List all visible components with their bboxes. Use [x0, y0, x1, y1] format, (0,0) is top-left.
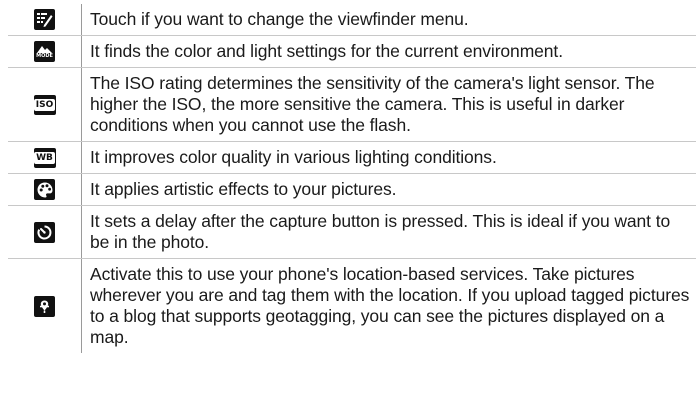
- table-row: Activate this to use your phone's locati…: [8, 259, 696, 353]
- row-description: It applies artistic effects to your pict…: [90, 179, 397, 199]
- row-description: Activate this to use your phone's locati…: [90, 264, 690, 347]
- iso-icon: ISO: [33, 94, 56, 115]
- geotag-icon: [34, 295, 55, 317]
- row-description: The ISO rating determines the sensitivit…: [90, 73, 655, 135]
- table-row: It sets a delay after the capture button…: [8, 206, 696, 259]
- table-row: ISO The ISO rating determines the sensit…: [8, 68, 696, 142]
- white-balance-icon-label: WB: [34, 151, 55, 164]
- white-balance-icon: WB: [33, 147, 56, 168]
- row-description: It improves color quality in various lig…: [90, 147, 497, 167]
- iso-icon-label: ISO: [33, 98, 56, 111]
- table-row: WB It improves color quality in various …: [8, 142, 696, 174]
- row-description: It sets a delay after the capture button…: [90, 211, 671, 252]
- table-row: Touch if you want to change the viewfind…: [8, 4, 696, 36]
- row-description: Touch if you want to change the viewfind…: [90, 9, 469, 29]
- table-row: MODE It finds the color and light settin…: [8, 36, 696, 68]
- timer-icon: [34, 221, 55, 243]
- mode-icon-label: MODE: [36, 53, 53, 59]
- table-row: It applies artistic effects to your pict…: [8, 174, 696, 206]
- viewfinder-menu-icon: [34, 9, 55, 30]
- mode-icon: MODE: [34, 41, 55, 62]
- palette-icon: [34, 179, 55, 200]
- row-description: It finds the color and light settings fo…: [90, 41, 563, 61]
- camera-options-table: Touch if you want to change the viewfind…: [8, 4, 696, 353]
